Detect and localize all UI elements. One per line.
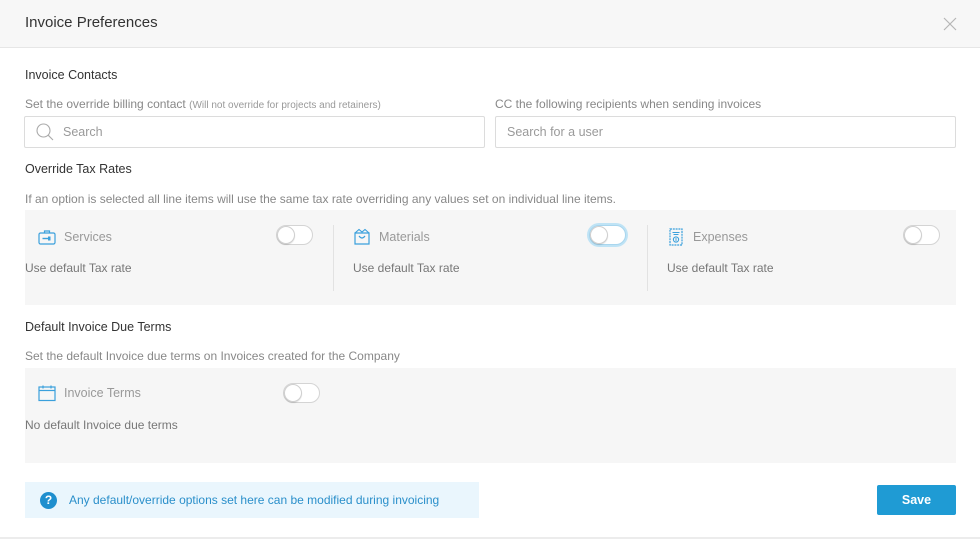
invoice-contacts-heading: Invoice Contacts (25, 68, 118, 82)
tax-option-expenses: Expenses Use default Tax rate (653, 210, 956, 305)
info-banner: ? Any default/override options set here … (25, 482, 479, 518)
due-terms-option-label: Invoice Terms (38, 384, 141, 402)
invoice-terms-toggle[interactable] (283, 383, 320, 403)
tax-option-services: Services Use default Tax rate (25, 210, 333, 305)
toggle-knob (590, 226, 608, 244)
tax-option-services-label: Services (38, 228, 112, 246)
cc-recipients-search[interactable] (495, 116, 956, 148)
override-tax-rates-description: If an option is selected all line items … (25, 192, 616, 206)
services-tax-toggle[interactable] (276, 225, 313, 245)
tax-option-expenses-value: Use default Tax rate (667, 261, 774, 275)
close-icon (943, 17, 957, 31)
dialog-header: Invoice Preferences (0, 0, 980, 48)
due-terms-option-value: No default Invoice due terms (25, 418, 178, 432)
tax-option-services-value: Use default Tax rate (25, 261, 132, 275)
column-divider (647, 225, 648, 291)
question-icon: ? (40, 491, 57, 509)
cc-recipients-label: CC the following recipients when sending… (495, 97, 762, 111)
tax-option-services-name: Services (64, 230, 112, 244)
billing-contact-label-text: Set the override billing contact (25, 97, 186, 111)
tax-option-materials: Materials Use default Tax rate (339, 210, 647, 305)
billing-contact-search-input[interactable] (63, 125, 484, 139)
shopping-bag-icon (353, 228, 371, 246)
tax-option-materials-name: Materials (379, 230, 430, 244)
tax-rate-options-panel: Services Use default Tax rate Materials … (25, 210, 956, 305)
close-button[interactable] (942, 16, 958, 32)
billing-contact-note: (Will not override for projects and reta… (189, 100, 381, 111)
toolbox-icon (38, 228, 56, 246)
due-terms-heading: Default Invoice Due Terms (25, 320, 172, 334)
dialog-title: Invoice Preferences (25, 14, 158, 31)
info-text: Any default/override options set here ca… (69, 493, 440, 507)
toggle-knob (277, 226, 295, 244)
due-terms-panel: Invoice Terms No default Invoice due ter… (25, 368, 956, 463)
billing-contact-search[interactable] (24, 116, 485, 148)
billing-contact-label: Set the override billing contact (Will n… (25, 97, 381, 111)
receipt-icon (667, 228, 685, 246)
cc-recipients-search-input[interactable] (507, 125, 955, 139)
toggle-knob (284, 384, 302, 402)
override-tax-rates-heading: Override Tax Rates (25, 162, 132, 176)
due-terms-option: Invoice Terms No default Invoice due ter… (25, 368, 333, 463)
search-icon (35, 122, 55, 142)
tax-option-expenses-name: Expenses (693, 230, 748, 244)
tax-option-expenses-label: Expenses (667, 228, 748, 246)
due-terms-option-name: Invoice Terms (64, 386, 141, 400)
due-terms-description: Set the default Invoice due terms on Inv… (25, 349, 400, 363)
tax-option-materials-value: Use default Tax rate (353, 261, 460, 275)
column-divider (333, 225, 334, 291)
toggle-knob (904, 226, 922, 244)
materials-tax-toggle[interactable] (589, 225, 626, 245)
save-button[interactable]: Save (877, 485, 956, 515)
expenses-tax-toggle[interactable] (903, 225, 940, 245)
tax-option-materials-label: Materials (353, 228, 430, 246)
calendar-icon (38, 384, 56, 402)
